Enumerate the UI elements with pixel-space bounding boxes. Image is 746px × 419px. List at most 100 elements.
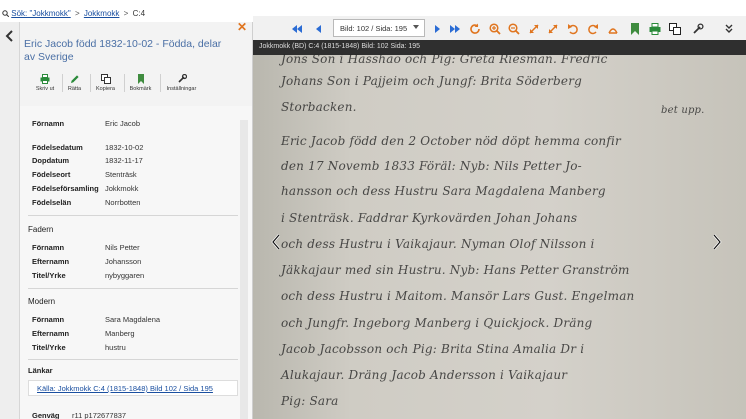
previous-image-arrow-icon[interactable]	[271, 233, 281, 251]
previous-page-icon[interactable]	[313, 22, 325, 34]
panel-toolbar: Skriv ut Rätta Kopiera Bokmärk Inställni…	[20, 70, 252, 106]
panel-header: Eric Jacob född 1832-10-02 - Födda, dela…	[20, 22, 252, 70]
breadcrumb-separator: >	[74, 9, 80, 18]
page-select[interactable]: Bild: 102 / Sida: 195	[333, 19, 425, 37]
handwriting-line: Jacob Jacobsson och Pig: Brita Stina Ama…	[281, 342, 585, 356]
close-icon[interactable]: ✕	[237, 22, 247, 34]
copy-icon[interactable]	[669, 22, 681, 35]
fit-icon[interactable]	[528, 22, 540, 34]
bookmark-icon[interactable]	[629, 22, 641, 35]
manuscript-page[interactable]: Jons Son i Hasshao och Pig: Greta Riesma…	[253, 52, 746, 419]
handwriting-line: Storbacken.	[281, 100, 357, 114]
copy-icon	[100, 74, 111, 84]
search-icon	[2, 10, 10, 18]
breadcrumb: Sök: "Jokkmokk" > Jokkmokk > C:4	[0, 0, 253, 22]
field-label: Födelseort	[32, 170, 71, 179]
wrench-icon[interactable]	[692, 22, 704, 34]
bookmark-icon	[136, 74, 146, 84]
handwriting-note: bet upp.	[661, 105, 705, 116]
divider	[28, 288, 238, 289]
handwriting-line: Jons Son i Hasshao och Pig: Greta Riesma…	[281, 52, 608, 66]
next-image-arrow-icon[interactable]	[712, 233, 722, 251]
zoom-out-icon[interactable]	[508, 22, 520, 35]
copy-button[interactable]: Kopiera	[90, 74, 120, 92]
field-value: Eric Jacob	[105, 119, 141, 128]
handwriting-line: den 17 Novemb 1833 Föräl: Nyb: Nils Pett…	[281, 159, 582, 173]
breadcrumb-search-link[interactable]: Sök: "Jokkmokk"	[11, 9, 70, 18]
handwriting-line: Jäkkajaur med sin Hustru. Nyb: Hans Pett…	[281, 263, 630, 277]
field-value: Manberg	[105, 329, 135, 338]
breadcrumb-current: C:4	[132, 9, 146, 18]
bookmark-button[interactable]: Bokmärk	[124, 74, 156, 92]
field-value: r11 p172677837	[72, 411, 127, 419]
handwriting-line: Johans Son i Pajjeim och Jungf: Brita Sö…	[281, 74, 583, 88]
zoom-in-icon[interactable]	[489, 22, 501, 35]
settings-button[interactable]: Inställningar	[160, 73, 202, 92]
copy-label: Kopiera	[96, 86, 115, 92]
field-label: Titel/Yrke	[32, 271, 66, 280]
info-panel: Eric Jacob född 1832-10-02 - Födda, dela…	[20, 22, 253, 419]
handwriting-line: och dess Hustru i Vaikajaur. Nyman Olof …	[281, 237, 595, 251]
field-label: Efternamn	[32, 329, 70, 338]
fullscreen-icon[interactable]	[547, 22, 559, 34]
chevron-down-icon	[413, 25, 419, 29]
settings-label: Inställningar	[166, 86, 197, 92]
field-label: Förnamn	[32, 119, 65, 128]
field-label: Förnamn	[32, 315, 65, 324]
refresh-icon[interactable]	[469, 22, 481, 34]
field-value: 1832-10-02	[105, 143, 144, 152]
field-value: Johansson	[105, 257, 142, 266]
next-page-icon[interactable]	[431, 22, 443, 34]
adjust-icon[interactable]	[607, 22, 619, 34]
field-label: Födelseförsamling	[32, 184, 99, 193]
bookmark-label: Bokmärk	[129, 86, 152, 92]
field-label: Titel/Yrke	[32, 343, 66, 352]
viewer-toolbar: Bild: 102 / Sida: 195	[253, 16, 746, 40]
field-value: hustru	[105, 343, 126, 352]
field-label: Födelsedatum	[32, 143, 83, 152]
divider	[28, 215, 238, 216]
field-label: Förnamn	[32, 243, 65, 252]
page-select-value: Bild: 102 / Sida: 195	[340, 24, 408, 33]
image-viewer[interactable]: Jokkmokk (BD) C:4 (1815-1848) Bild: 102 …	[253, 40, 746, 419]
viewer-top-strip	[253, 0, 746, 16]
handwriting-line: Alukajaur. Dräng Jacob Andersson i Vaika…	[281, 368, 568, 382]
rotate-left-icon[interactable]	[567, 22, 579, 35]
panel-collapse-bar[interactable]	[0, 22, 20, 419]
field-value: Jokkmokk	[105, 184, 139, 193]
breadcrumb-jokkmokk-link[interactable]: Jokkmokk	[84, 9, 120, 18]
breadcrumb-separator: >	[123, 9, 129, 18]
last-page-icon[interactable]	[449, 22, 461, 34]
first-page-icon[interactable]	[291, 22, 303, 34]
print-label: Skriv ut	[35, 86, 55, 92]
chevron-left-icon[interactable]	[4, 29, 16, 43]
field-value: 1832-11-17	[105, 156, 143, 165]
chevron-double-down-icon[interactable]	[723, 22, 735, 34]
field-label: Födelselän	[32, 198, 72, 207]
handwriting-line: och Jungfr. Ingeborg Manberg i Quickjock…	[281, 316, 593, 330]
source-link[interactable]: Källa: Jokkmokk C:4 (1815-1848) Bild 102…	[28, 380, 238, 396]
print-icon[interactable]	[649, 22, 661, 35]
divider	[28, 359, 238, 360]
field-value: Nils Petter	[105, 243, 140, 252]
handwriting-line: och dess Hustru i Maitom. Mansör Lars Gu…	[281, 289, 635, 303]
panel-title: Eric Jacob född 1832-10-02 - Födda, dela…	[24, 38, 222, 63]
field-value: Sara Magdalena	[105, 315, 161, 324]
edit-label: Rätta	[67, 86, 82, 92]
section-heading-fadern: Fadern	[28, 225, 54, 234]
field-value: Norrbotten	[105, 198, 141, 207]
field-label: Dopdatum	[32, 156, 70, 165]
handwriting-line: i Stenträsk. Faddrar Kyrkovärden Johan J…	[281, 211, 578, 225]
handwriting-line: hansson och dess Hustru Sara Magdalena M…	[281, 184, 606, 198]
rotate-right-icon[interactable]	[587, 22, 599, 35]
edit-button[interactable]: Rätta	[62, 74, 86, 92]
print-icon	[40, 74, 50, 84]
section-heading-lankar: Länkar	[28, 366, 53, 375]
handwriting-line: Eric Jacob född den 2 October nöd döpt h…	[281, 134, 621, 148]
section-heading-modern: Modern	[28, 297, 56, 306]
panel-scrollbar[interactable]	[240, 120, 248, 419]
handwriting-line: Pig: Sara	[281, 394, 339, 408]
print-button[interactable]: Skriv ut	[32, 74, 58, 92]
pencil-icon	[70, 74, 80, 84]
field-value: nybyggaren	[105, 271, 145, 280]
